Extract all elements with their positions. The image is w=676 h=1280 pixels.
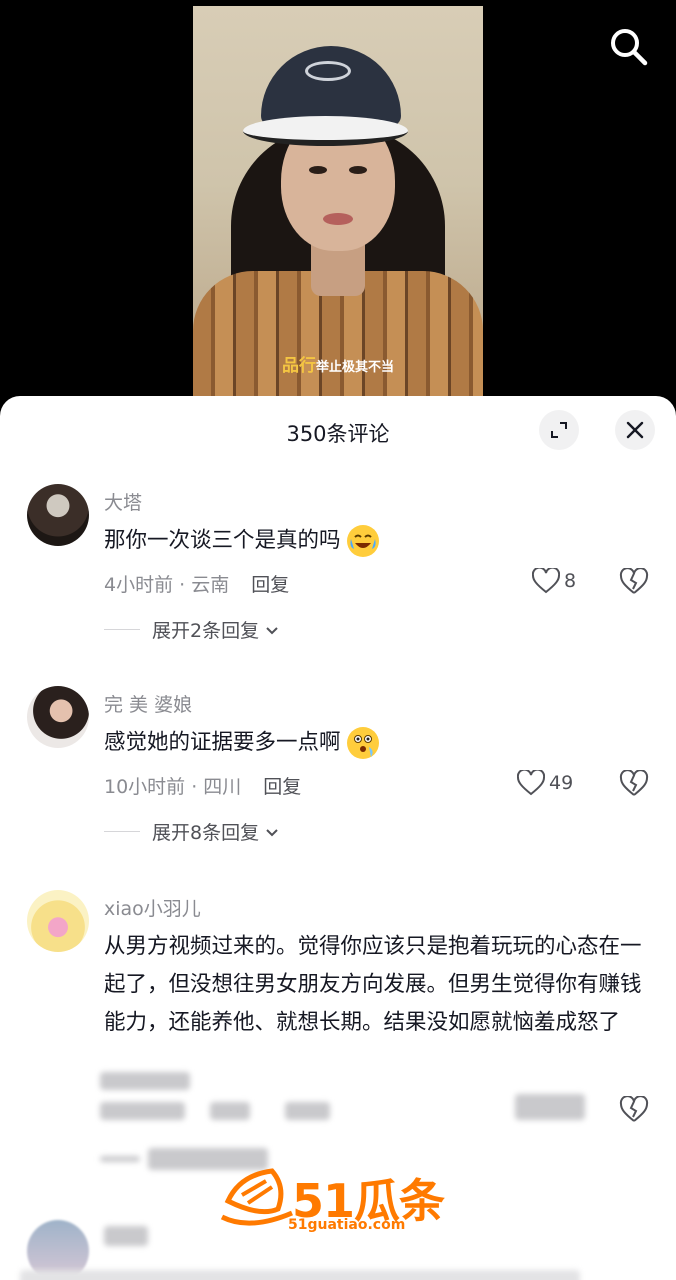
app-screen: 品行举止极其不当 350条评论 大塔 那你一次谈三个是真的吗 4小时前 · 云南… (0, 0, 676, 1280)
blurred-meta (100, 1102, 185, 1120)
comment-username[interactable]: 大塔 (104, 488, 142, 515)
search-icon (611, 29, 648, 66)
subtitle-highlight: 品行 (281, 356, 316, 376)
avatar[interactable] (27, 484, 89, 546)
chevron-down-icon (266, 626, 278, 634)
comment-time-location: 10小时前 · 四川 (104, 776, 242, 798)
expand-replies-label: 展开8条回复 (152, 822, 260, 844)
divider-line (104, 831, 140, 832)
video-subtitle: 品行举止极其不当 (193, 351, 483, 376)
comment-text-body: 从男方视频过来的。觉得你应该只是抱着玩玩的心态在一起了，但没想往男女朋友方向发展… (104, 934, 642, 1035)
blurred-meta (100, 1072, 190, 1090)
close-icon (626, 421, 644, 439)
avatar[interactable] (27, 890, 89, 952)
reply-button[interactable]: 回复 (263, 776, 301, 798)
heart-icon (532, 568, 560, 594)
dislike-button[interactable] (619, 567, 649, 598)
reply-button[interactable]: 回复 (251, 574, 289, 596)
close-button[interactable] (615, 410, 655, 450)
expand-replies-label: 展开2条回复 (152, 620, 260, 642)
comment-item: 完 美 婆娘 感觉她的证据要多一点啊 10小时前 · 四川 回复 49 展开8条回… (0, 686, 676, 856)
blurred-meta (285, 1102, 330, 1120)
broken-heart-icon (619, 769, 649, 796)
dislike-button[interactable] (619, 1095, 649, 1126)
comment-item: 大塔 那你一次谈三个是真的吗 4小时前 · 云南 回复 8 展开2条回复 (0, 484, 676, 654)
comment-text: 感觉她的证据要多一点啊 (104, 724, 646, 762)
video-figure-eye (349, 166, 367, 174)
expand-replies-button[interactable]: 展开8条回复 (104, 818, 279, 845)
heart-icon (517, 770, 545, 796)
comment-meta: 10小时前 · 四川 回复 (104, 772, 301, 799)
comment-text: 从男方视频过来的。觉得你应该只是抱着玩玩的心态在一起了，但没想往男女朋友方向发展… (104, 928, 646, 1080)
video-figure-mouth (323, 213, 353, 225)
watermark-logo-icon (220, 1168, 293, 1226)
comment-meta: 4小时前 · 云南 回复 (104, 570, 289, 597)
cap-logo (305, 61, 351, 81)
chevron-down-icon (266, 828, 278, 836)
comment-item: xiao小羽儿 从男方视频过来的。觉得你应该只是抱着玩玩的心态在一起了，但没想往… (0, 890, 676, 1190)
search-button[interactable] (606, 24, 650, 68)
watermark: 51瓜条 51guatiao.com (220, 1165, 460, 1235)
video-player[interactable]: 品行举止极其不当 (193, 6, 483, 400)
comment-text-body: 感觉她的证据要多一点啊 (104, 730, 341, 755)
like-button[interactable]: 8 (532, 568, 576, 594)
dislike-button[interactable] (619, 769, 649, 800)
like-button[interactable]: 49 (517, 770, 573, 796)
video-figure-eye (309, 166, 327, 174)
comment-username[interactable]: xiao小羽儿 (104, 894, 201, 921)
like-count: 8 (564, 570, 577, 592)
like-count: 49 (549, 772, 574, 794)
blurred-like (515, 1094, 585, 1120)
avatar[interactable] (27, 686, 89, 748)
comment-time-location: 4小时前 · 云南 (104, 574, 230, 596)
video-figure-cap-brim (243, 116, 408, 146)
broken-heart-icon (619, 1095, 649, 1122)
comment-text-body: 那你一次谈三个是真的吗 (104, 528, 341, 553)
broken-heart-icon (619, 567, 649, 594)
watermark-url: 51guatiao.com (288, 1217, 406, 1233)
comment-username[interactable]: 完 美 婆娘 (104, 690, 192, 717)
expand-replies-button[interactable]: 展开2条回复 (104, 616, 279, 643)
video-figure-cap (261, 46, 401, 126)
subtitle-rest: 举止极其不当 (315, 360, 394, 375)
blurred-input (20, 1270, 580, 1280)
blurred-meta (210, 1102, 250, 1120)
blurred-username (104, 1226, 148, 1246)
expand-sheet-button[interactable] (539, 410, 579, 450)
expand-icon (551, 422, 567, 438)
divider-line (104, 629, 140, 630)
blurred-divider (100, 1156, 140, 1162)
comment-sheet: 350条评论 大塔 那你一次谈三个是真的吗 4小时前 · 云南 回复 8 展开2… (0, 396, 676, 1280)
crying-laughing-emoji (347, 525, 380, 557)
thinking-emoji (347, 727, 380, 759)
comment-text: 那你一次谈三个是真的吗 (104, 522, 646, 560)
